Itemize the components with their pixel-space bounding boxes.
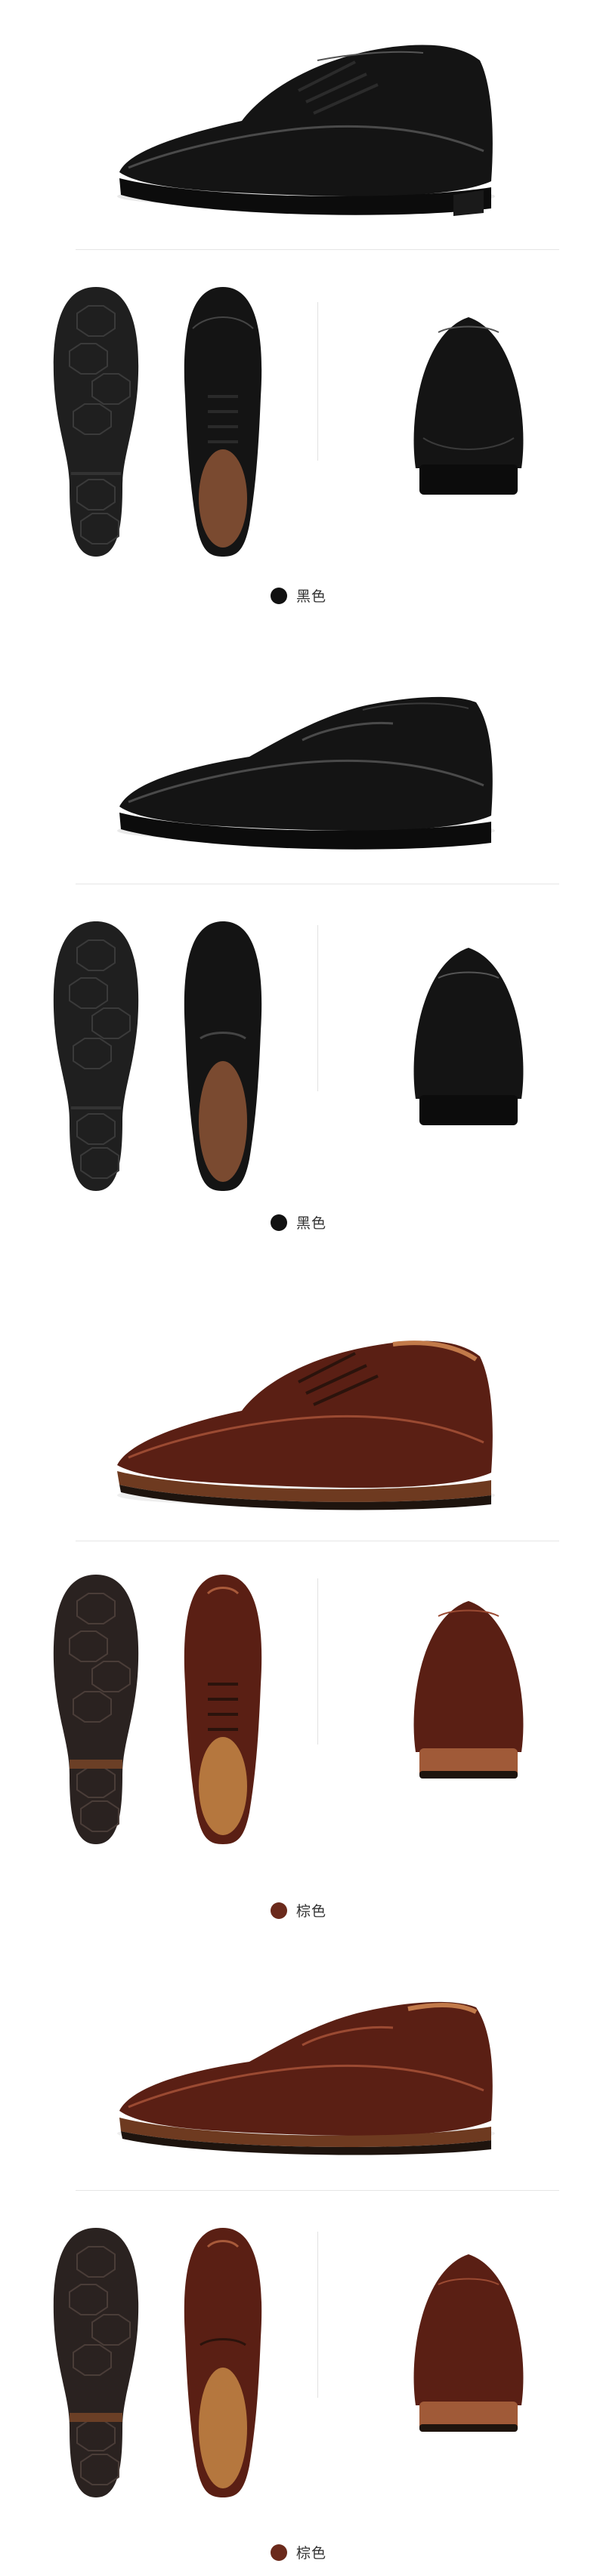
shoe-back-view xyxy=(413,317,524,495)
swatch-label: 黑色 xyxy=(295,588,326,605)
divider xyxy=(76,249,559,250)
divider-vertical xyxy=(317,925,318,1091)
shoe-sole-view xyxy=(53,1575,139,1844)
shoe-side-view-black-lace-up xyxy=(117,45,495,216)
shoe-side-view-black-slip-on xyxy=(117,696,495,850)
shoe-sole-view xyxy=(53,2228,139,2497)
swatch-label: 黑色 xyxy=(295,1215,326,1232)
color-swatch[interactable]: 棕色 xyxy=(0,1900,597,1923)
variant-brown-slip-on: 棕色 xyxy=(0,1948,597,2576)
shoe-sole-view xyxy=(53,287,139,557)
color-swatch[interactable]: 黑色 xyxy=(0,585,597,608)
shoe-side-view-brown-slip-on xyxy=(117,2001,495,2155)
swatch-dot xyxy=(270,1214,287,1231)
divider xyxy=(76,2190,559,2191)
shoe-sole-view xyxy=(53,921,139,1191)
divider-vertical xyxy=(317,2232,318,2398)
color-swatch[interactable]: 黑色 xyxy=(0,1212,597,1235)
shoe-back-view xyxy=(413,948,524,1125)
color-swatch[interactable]: 棕色 xyxy=(0,2542,597,2565)
shoe-back-view xyxy=(413,1601,524,1779)
shoe-top-view xyxy=(184,287,262,557)
shoe-top-view xyxy=(184,2228,262,2497)
divider-vertical xyxy=(317,1578,318,1745)
divider-vertical xyxy=(317,302,318,461)
swatch-dot xyxy=(270,1902,287,1919)
shoe-side-view-brown-lace-up xyxy=(117,1340,495,1510)
swatch-dot xyxy=(270,2544,287,2561)
swatch-dot xyxy=(270,587,287,604)
shoe-top-view xyxy=(184,1575,262,1844)
variant-black-lace-up: 黑色 xyxy=(0,0,597,627)
swatch-label: 棕色 xyxy=(295,1903,326,1920)
variant-black-slip-on: 黑色 xyxy=(0,627,597,1269)
shoe-top-view xyxy=(184,921,262,1191)
variant-brown-lace-up: 棕色 xyxy=(0,1269,597,1948)
swatch-label: 棕色 xyxy=(295,2545,326,2562)
shoe-back-view xyxy=(413,2254,524,2432)
